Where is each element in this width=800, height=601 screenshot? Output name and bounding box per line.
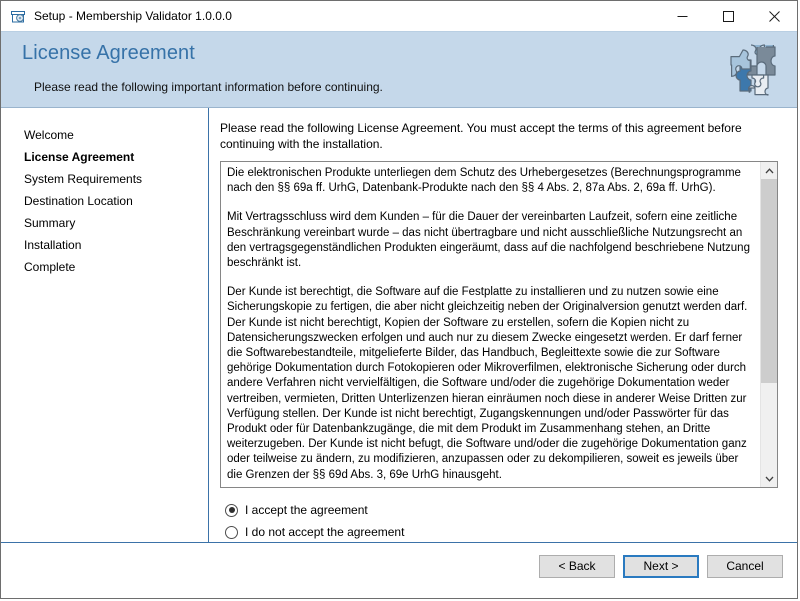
- minimize-icon[interactable]: [659, 1, 705, 31]
- wizard-header: License Agreement Please read the follow…: [1, 31, 797, 108]
- license-paragraph: Die elektronischen Produkte unterliegen …: [227, 167, 741, 195]
- license-scrollbar[interactable]: [760, 162, 777, 487]
- sidebar-item-destination-location[interactable]: Destination Location: [1, 190, 208, 212]
- sidebar-item-complete[interactable]: Complete: [1, 256, 208, 278]
- instruction-text: Please read the following License Agreem…: [220, 121, 742, 151]
- title-bar: Setup - Membership Validator 1.0.0.0: [1, 1, 797, 31]
- back-button[interactable]: < Back: [539, 555, 615, 578]
- next-button[interactable]: Next >: [623, 555, 699, 578]
- chevron-up-icon[interactable]: [761, 162, 777, 179]
- maximize-icon[interactable]: [705, 1, 751, 31]
- license-paragraph: Der Kunde ist berechtigt, die Software a…: [227, 286, 748, 481]
- setup-package-icon: [10, 8, 26, 24]
- window-controls: [659, 1, 797, 31]
- footer-button-group: < Back Next > Cancel: [539, 555, 783, 578]
- radio-mark-selected: [225, 503, 238, 517]
- wizard-footer: < Back Next > Cancel: [1, 542, 797, 598]
- setup-wizard-window: Setup - Membership Validator 1.0.0.0 Lic…: [0, 0, 798, 599]
- radio-decline-label: I do not accept the agreement: [245, 525, 405, 539]
- wizard-content: Please read the following License Agreem…: [209, 108, 797, 542]
- wizard-body: Welcome License Agreement System Require…: [1, 108, 797, 542]
- wizard-steps-sidebar: Welcome License Agreement System Require…: [1, 108, 209, 542]
- window-title: Setup - Membership Validator 1.0.0.0: [34, 9, 232, 23]
- radio-mark-unselected: [225, 525, 238, 539]
- page-title: License Agreement: [22, 42, 195, 64]
- page-subtitle: Please read the following important info…: [34, 80, 383, 94]
- license-text-content: Die elektronischen Produkte unterliegen …: [221, 162, 760, 487]
- license-paragraph: Mit Vertragsschluss wird dem Kunden – fü…: [227, 211, 750, 270]
- chevron-down-icon[interactable]: [761, 470, 777, 487]
- sidebar-item-system-requirements[interactable]: System Requirements: [1, 168, 208, 190]
- sidebar-item-summary[interactable]: Summary: [1, 212, 208, 234]
- cancel-button[interactable]: Cancel: [707, 555, 783, 578]
- scrollbar-thumb[interactable]: [761, 179, 777, 383]
- agreement-radio-group: I accept the agreement I do not accept t…: [220, 499, 778, 543]
- puzzle-pieces-icon: [721, 38, 783, 100]
- scrollbar-track[interactable]: [761, 179, 777, 470]
- sidebar-item-installation[interactable]: Installation: [1, 234, 208, 256]
- radio-accept-label: I accept the agreement: [245, 503, 368, 517]
- sidebar-item-welcome[interactable]: Welcome: [1, 124, 208, 146]
- radio-decline-agreement[interactable]: I do not accept the agreement: [220, 521, 778, 543]
- radio-accept-agreement[interactable]: I accept the agreement: [220, 499, 778, 521]
- close-icon[interactable]: [751, 1, 797, 31]
- sidebar-item-license-agreement[interactable]: License Agreement: [1, 146, 208, 168]
- license-text-box[interactable]: Die elektronischen Produkte unterliegen …: [220, 161, 778, 488]
